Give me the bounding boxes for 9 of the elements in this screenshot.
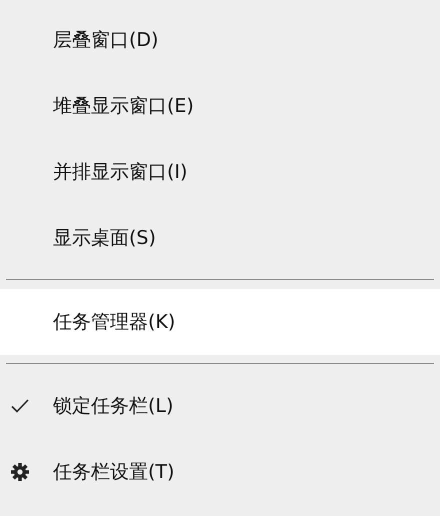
menu-item[interactable]: 并排显示窗口(I) (0, 139, 440, 205)
menu-item[interactable]: 任务栏设置(T) (0, 439, 440, 505)
checkmark-icon (10, 399, 28, 413)
menu-item[interactable]: 层叠窗口(D) (0, 7, 440, 73)
menu-item[interactable]: 锁定任务栏(L) (0, 373, 440, 439)
menu-item[interactable]: 任务管理器(K) (0, 289, 440, 355)
settings-icon (10, 462, 30, 482)
menu-item[interactable]: 堆叠显示窗口(E) (0, 73, 440, 139)
menu-item[interactable]: 显示桌面(S) (0, 205, 440, 271)
